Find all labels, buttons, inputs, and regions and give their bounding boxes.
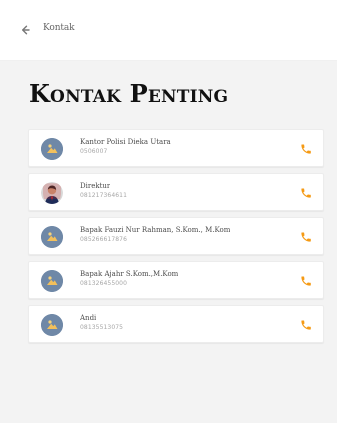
avatar-placeholder-icon <box>41 270 63 292</box>
top-bar-title: Kontak <box>43 23 75 33</box>
page-title: Kontak Penting <box>29 82 228 106</box>
contact-phone: 085266617876 <box>80 236 128 243</box>
avatar <box>41 314 63 336</box>
contact-name: Bapak Fauzi Nur Rahman, S.Kom., M.Kom <box>80 226 231 234</box>
call-button[interactable] <box>299 318 313 332</box>
contacts-screen: Kontak Kontak Penting Kantor Polisi Diek… <box>0 0 337 423</box>
contact-card-direktur[interactable]: Direktur 081217364611 <box>28 173 324 211</box>
avatar <box>41 270 63 292</box>
contact-card-kantor-polisi[interactable]: Kantor Polisi Dieka Utara 0506007 <box>28 129 324 167</box>
avatar-placeholder-icon <box>41 226 63 248</box>
phone-icon <box>301 188 311 198</box>
contact-phone: 081326455000 <box>80 280 128 287</box>
avatar-photo-icon <box>41 182 63 204</box>
call-button[interactable] <box>299 274 313 288</box>
page-title-text: Kontak Penting <box>29 79 229 108</box>
contact-phone: 081217364611 <box>80 192 128 199</box>
call-button[interactable] <box>299 186 313 200</box>
contact-phone: 08135513075 <box>80 324 124 331</box>
avatar-placeholder-icon <box>41 314 63 336</box>
avatar <box>41 226 63 248</box>
phone-icon <box>301 276 311 286</box>
phone-icon <box>301 144 311 154</box>
contact-name: Bapak Ajahr S.Kom.,M.Kom <box>80 270 179 278</box>
contact-name: Direktur <box>80 182 111 190</box>
contact-name: Kantor Polisi Dieka Utara <box>80 138 171 146</box>
contact-card-bapak-ajahr[interactable]: Bapak Ajahr S.Kom.,M.Kom 081326455000 <box>28 261 324 299</box>
contact-phone: 0506007 <box>80 148 108 155</box>
contact-name: Andi <box>80 314 97 322</box>
top-app-bar: Kontak <box>0 0 337 61</box>
phone-icon <box>301 232 311 242</box>
back-button[interactable] <box>15 20 35 40</box>
back-arrow-icon <box>22 25 30 35</box>
contact-card-andi[interactable]: Andi 08135513075 <box>28 305 324 343</box>
avatar <box>41 182 63 204</box>
contact-list: Kantor Polisi Dieka Utara 0506007 Direkt… <box>28 129 324 349</box>
avatar <box>41 138 63 160</box>
avatar-placeholder-icon <box>41 138 63 160</box>
phone-icon <box>301 320 311 330</box>
call-button[interactable] <box>299 142 313 156</box>
contact-card-bapak-fauzi[interactable]: Bapak Fauzi Nur Rahman, S.Kom., M.Kom 08… <box>28 217 324 255</box>
call-button[interactable] <box>299 230 313 244</box>
